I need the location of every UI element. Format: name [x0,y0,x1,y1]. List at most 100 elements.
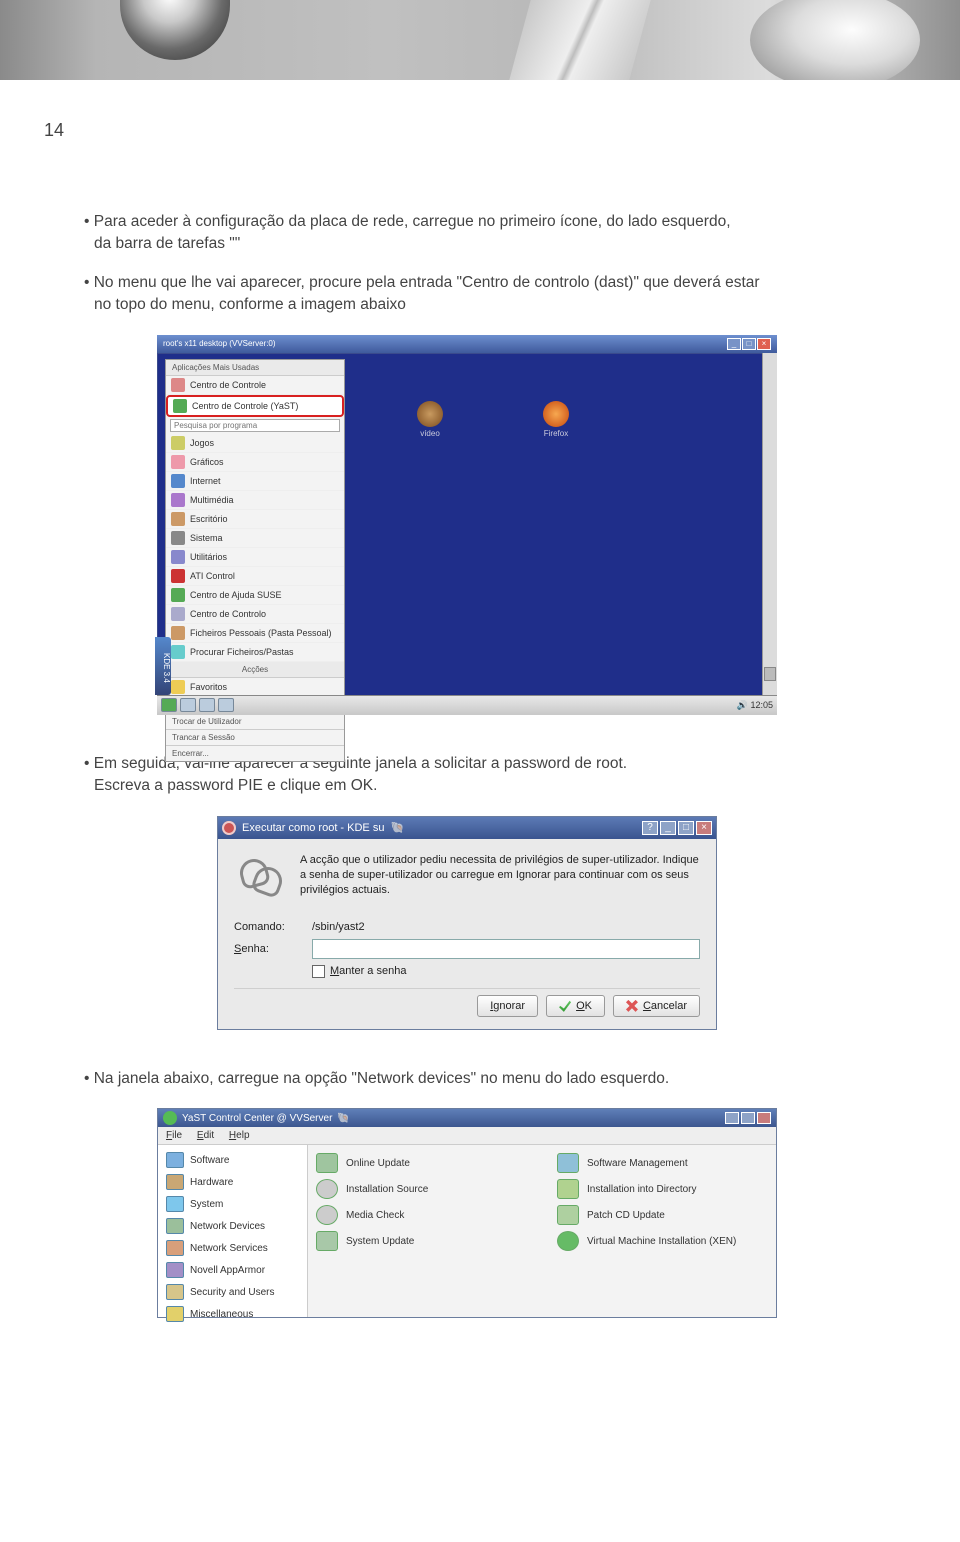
yast-item-install-dir[interactable]: Installation into Directory [557,1179,768,1199]
gear-icon [171,531,185,545]
menu-item[interactable]: Gráficos [166,453,344,472]
minimize-icon[interactable]: _ [727,338,741,350]
checkbox[interactable] [312,965,325,978]
window-buttons[interactable]: _ □ × [727,338,771,350]
dialog-titlebar: Executar como root - KDE su 🐚 ?_□× [218,817,716,839]
sidebar-item-security[interactable]: Security and Users [162,1281,303,1303]
yast-item-software-mgmt[interactable]: Software Management [557,1153,768,1173]
menu-tail-switch-user[interactable]: Trocar de Utilizador [166,713,344,729]
shield-icon [166,1262,184,1278]
yast-item-xen[interactable]: Virtual Machine Installation (XEN) [557,1231,768,1251]
app-icon [171,436,185,450]
taskbar-icon[interactable] [199,698,215,712]
taskbar-clock: 🔊 12:05 [737,700,773,711]
system-update-icon [316,1231,338,1251]
yast-item-install-source[interactable]: Installation Source [316,1179,527,1199]
desktop-icon-firefox[interactable]: Firefox [543,401,569,438]
menu-item-control[interactable]: Centro de Controle [166,376,344,395]
ok-button[interactable]: OKOK [546,995,605,1017]
menu-item[interactable]: Multimédia [166,491,344,510]
password-label: SSenha:enha: [234,943,302,955]
start-button-icon[interactable] [161,698,177,712]
menu-tail-lock[interactable]: Trancar a Sessão [166,729,344,745]
password-input[interactable] [312,939,700,959]
hardware-icon [166,1174,184,1190]
menu-edit[interactable]: EditEdit [197,1130,214,1141]
checkmark-icon [559,1000,571,1012]
yast-item-patch-cd[interactable]: Patch CD Update [557,1205,768,1225]
gear-icon [222,821,236,835]
menu-item-yast-highlighted[interactable]: Centro de Controle (YaST) [166,395,344,417]
menu-item[interactable]: Centro de Ajuda SUSE [166,586,344,605]
minimize-icon[interactable]: _ [660,821,676,835]
yast-item-media-check[interactable]: Media Check [316,1205,527,1225]
check-icon [316,1205,338,1225]
sidebar-item-hardware[interactable]: Hardware [162,1171,303,1193]
yast-item-online-update[interactable]: Online Update [316,1153,527,1173]
network-icon [166,1218,184,1234]
taskbar-icon[interactable] [180,698,196,712]
menu-tail-shutdown[interactable]: Encerrar... [166,745,344,761]
desktop-icon-video[interactable]: vídeo [417,401,443,438]
close-icon[interactable] [757,1112,771,1124]
menu-item[interactable]: Utilitários [166,548,344,567]
close-icon[interactable]: × [757,338,771,350]
system-icon [166,1196,184,1212]
sidebar-item-software[interactable]: Software [162,1149,303,1171]
command-label: Comando: [234,921,302,933]
menu-item[interactable]: Escritório [166,510,344,529]
window-buttons[interactable] [725,1112,771,1124]
maximize-icon[interactable] [741,1112,755,1124]
x-icon [626,1000,638,1012]
update-icon [316,1153,338,1173]
menu-item[interactable]: ATI Control [166,567,344,586]
folder-icon [417,401,443,427]
menu-item[interactable]: Internet [166,472,344,491]
screenshot-kde-desktop: root's x11 desktop (VVServer:0) _ □ × ví… [157,335,777,715]
yast-menubar[interactable]: FileFile EditEdit HelpHelp [158,1127,776,1145]
menu-search[interactable] [166,417,344,434]
globe-icon [171,474,185,488]
keep-password-row[interactable]: Manter a senhaManter a senha [312,965,700,978]
search-input[interactable] [170,419,340,432]
taskbar[interactable]: 🔊 12:05 [157,695,777,715]
package-icon [557,1153,579,1173]
menu-file[interactable]: FileFile [166,1130,182,1141]
menu-help[interactable]: HelpHelp [229,1130,250,1141]
sidebar-item-system[interactable]: System [162,1193,303,1215]
yast-sidebar[interactable]: Software Hardware System Network Devices… [158,1145,308,1317]
screenshot-kdesu-dialog: Executar como root - KDE su 🐚 ?_□× A acç… [217,816,717,1030]
bullet-2: No menu que lhe vai aparecer, procure pe… [84,272,890,317]
lock-icon [166,1284,184,1300]
close-icon[interactable]: × [696,821,712,835]
taskbar-icon[interactable] [218,698,234,712]
help-icon[interactable]: ? [642,821,658,835]
bullet-4: Na janela abaixo, carregue na opção "Net… [84,1068,890,1090]
menu-item[interactable]: Procurar Ficheiros/Pastas [166,643,344,662]
sidebar-item-network-services[interactable]: Network Services [162,1237,303,1259]
maximize-icon[interactable]: □ [678,821,694,835]
menu-item[interactable]: Centro de Controlo [166,605,344,624]
maximize-icon[interactable]: □ [742,338,756,350]
banner-stripe [509,0,650,80]
sidebar-item-apparmor[interactable]: Novell AppArmor [162,1259,303,1281]
help-icon [171,588,185,602]
cancel-button[interactable]: CancelarCancelar [613,995,700,1017]
yast-icon [173,399,187,413]
ignore-button[interactable]: IgnorarIgnorar [477,995,538,1017]
menu-item[interactable]: Sistema [166,529,344,548]
scrollbar[interactable] [762,353,777,695]
minimize-icon[interactable] [725,1112,739,1124]
page-number: 14 [44,120,890,141]
app-icon [171,493,185,507]
banner-lens [120,0,230,60]
sidebar-item-network-devices[interactable]: Network Devices [162,1215,303,1237]
star-icon [171,680,185,694]
window-titlebar: root's x11 desktop (VVServer:0) _ □ × [157,335,777,353]
menu-item[interactable]: Ficheiros Pessoais (Pasta Pessoal) [166,624,344,643]
menu-item[interactable]: Jogos [166,434,344,453]
sidebar-item-misc[interactable]: Miscellaneous [162,1303,303,1325]
window-buttons[interactable]: ?_□× [642,821,712,835]
yast-item-system-update[interactable]: System Update [316,1231,527,1251]
scrollbar-thumb[interactable] [764,667,776,681]
